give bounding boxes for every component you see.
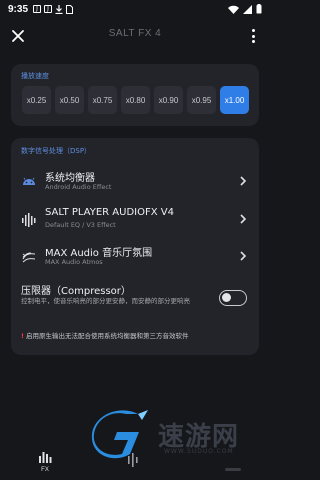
signal-icon bbox=[243, 4, 252, 14]
playback-speed-label: 播放速度 bbox=[21, 72, 49, 80]
compressor-toggle[interactable] bbox=[219, 290, 247, 306]
dsp-item-subtitle: Default EQ / V3 Effect bbox=[45, 221, 116, 229]
dsp-item-title: SALT PLAYER AUDIOFX V4 bbox=[45, 207, 174, 218]
dsp-item-title: MAX Audio 音乐厅氛围 bbox=[45, 248, 153, 259]
dsp-card: 数字信号处理（DSP） 系统均衡器 Android Audio Effect S… bbox=[11, 138, 259, 355]
equalizer-tab-icon[interactable] bbox=[125, 452, 143, 468]
download-icon bbox=[55, 4, 63, 14]
dsp-item-max-audio[interactable]: MAX Audio 音乐厅氛围 MAX Audio Atmos bbox=[11, 241, 259, 275]
dsp-item-subtitle: MAX Audio Atmos bbox=[45, 258, 103, 266]
warning-icon: ! bbox=[21, 332, 24, 340]
chevron-right-icon bbox=[240, 176, 247, 186]
android-icon bbox=[23, 177, 35, 185]
status-right-icons bbox=[228, 4, 262, 14]
fx-tab[interactable]: FX bbox=[34, 448, 56, 473]
wifi-icon bbox=[228, 5, 239, 14]
chevron-right-icon bbox=[240, 214, 247, 224]
sim-icon bbox=[66, 4, 74, 14]
warning-text: 启用原生输出无法配合使用系统均衡器和第三方音效软件 bbox=[25, 332, 189, 340]
speed-option[interactable]: x0.25 bbox=[22, 86, 51, 114]
page-title: SALT FX 4 bbox=[108, 28, 162, 39]
dsp-item-title: 系统均衡器 bbox=[45, 173, 95, 184]
bottom-nav: FX bbox=[0, 446, 270, 480]
dsp-item-salt-audiofx[interactable]: SALT PLAYER AUDIOFX V4 Default EQ / V3 E… bbox=[11, 204, 259, 238]
more-options-icon[interactable] bbox=[252, 29, 256, 43]
toggle-knob bbox=[222, 293, 231, 302]
speed-option-selected[interactable]: x1.00 bbox=[220, 86, 249, 114]
speed-option[interactable]: x0.50 bbox=[55, 86, 84, 114]
status-time: 9:35 bbox=[8, 3, 29, 15]
nav-back-indicator-icon[interactable] bbox=[225, 468, 241, 471]
playback-speed-card: 播放速度 x0.25 x0.50 x0.75 x0.80 x0.90 x0.95… bbox=[11, 64, 259, 126]
fx-tab-label: FX bbox=[41, 467, 49, 473]
top-bar: SALT FX 4 bbox=[0, 22, 270, 50]
chevron-right-icon bbox=[240, 251, 247, 261]
compressor-description: 控制电平，使音乐响亮的部分更安静，而安静的部分更响亮 bbox=[21, 297, 190, 305]
status-notification-icons: J J bbox=[33, 4, 74, 14]
warning-note: ! 启用原生输出无法配合使用系统均衡器和第三方音效软件 bbox=[21, 330, 188, 340]
notification-j-icon: J bbox=[44, 5, 53, 13]
speed-options: x0.25 x0.50 x0.75 x0.80 x0.90 x0.95 x1.0… bbox=[22, 86, 249, 114]
dsp-item-subtitle: Android Audio Effect bbox=[45, 183, 112, 191]
dsp-item-system-equalizer[interactable]: 系统均衡器 Android Audio Effect bbox=[11, 166, 259, 200]
dsp-section-label: 数字信号处理（DSP） bbox=[21, 147, 92, 155]
fx-bars-icon bbox=[39, 452, 52, 463]
battery-icon bbox=[256, 4, 262, 14]
compressor-title: 压限器（Compressor） bbox=[21, 286, 131, 297]
surround-sound-icon bbox=[22, 252, 36, 263]
equalizer-bars-icon bbox=[22, 213, 36, 227]
notification-j-icon: J bbox=[33, 5, 42, 13]
status-bar: 9:35 J J bbox=[0, 0, 270, 18]
speed-option[interactable]: x0.95 bbox=[187, 86, 216, 114]
speed-option[interactable]: x0.80 bbox=[121, 86, 150, 114]
speed-option[interactable]: x0.75 bbox=[88, 86, 117, 114]
speed-option[interactable]: x0.90 bbox=[154, 86, 183, 114]
